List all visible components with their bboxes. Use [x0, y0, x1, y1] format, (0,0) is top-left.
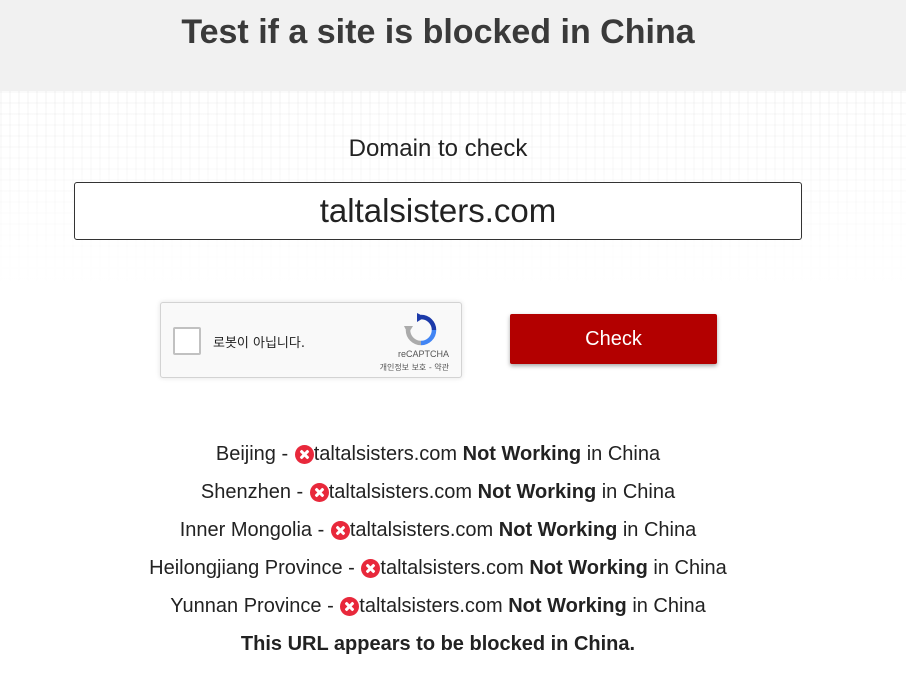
- result-row: Inner Mongolia - taltalsisters.com Not W…: [179, 519, 697, 541]
- result-location: Beijing: [215, 443, 276, 465]
- result-domain: taltalsisters.com: [349, 519, 494, 541]
- results-list: Beijing - taltalsisters.com Not Working …: [0, 437, 876, 665]
- result-domain: taltalsisters.com: [380, 557, 524, 579]
- page-title: Test if a site is blocked in China: [181, 13, 695, 51]
- result-row: Shenzhen - taltalsisters.com Not Working…: [200, 481, 676, 503]
- result-location: Yunnan Province: [170, 595, 322, 617]
- result-suffix: in China: [632, 595, 706, 617]
- error-x-icon: [294, 445, 314, 464]
- domain-label: Domain to check: [348, 135, 528, 162]
- result-status: Not Working: [529, 557, 648, 579]
- recaptcha-checkbox[interactable]: [173, 327, 201, 355]
- error-x-icon: [330, 521, 350, 540]
- check-button[interactable]: Check: [510, 314, 717, 364]
- result-status: Not Working: [508, 595, 627, 617]
- result-row: Yunnan Province - taltalsisters.com Not …: [170, 595, 706, 617]
- result-suffix: in China: [586, 443, 661, 465]
- result-location: Shenzhen: [200, 481, 291, 503]
- page-header: Test if a site is blocked in China: [0, 0, 906, 91]
- recaptcha-label: 로봇이 아닙니다.: [213, 336, 305, 351]
- result-suffix: in China: [653, 557, 727, 579]
- error-x-icon: [361, 559, 381, 578]
- result-row: Beijing - taltalsisters.com Not Working …: [215, 443, 661, 465]
- recaptcha-logo-icon: [404, 313, 437, 346]
- result-status: Not Working: [462, 443, 582, 465]
- result-location: Inner Mongolia: [179, 519, 313, 541]
- verdict-text: This URL appears to be blocked in China.: [240, 633, 636, 655]
- result-status: Not Working: [477, 481, 597, 503]
- recaptcha-brand: reCAPTCHA: [397, 349, 449, 359]
- domain-input[interactable]: [74, 182, 802, 240]
- result-status: Not Working: [498, 519, 618, 541]
- result-domain: taltalsisters.com: [313, 443, 458, 465]
- result-location: Heilongjiang Province: [149, 557, 343, 579]
- result-domain: taltalsisters.com: [359, 595, 503, 617]
- result-suffix: in China: [601, 481, 676, 503]
- recaptcha-widget: 로봇이 아닙니다. reCAPTCHA 개인정보 보호 - 약관: [160, 302, 462, 378]
- result-suffix: in China: [622, 519, 697, 541]
- error-x-icon: [340, 597, 360, 616]
- recaptcha-terms-link[interactable]: 개인정보 보호 - 약관: [380, 362, 449, 373]
- error-x-icon: [309, 483, 329, 502]
- result-row: Heilongjiang Province - taltalsisters.co…: [149, 557, 727, 579]
- result-domain: taltalsisters.com: [328, 481, 473, 503]
